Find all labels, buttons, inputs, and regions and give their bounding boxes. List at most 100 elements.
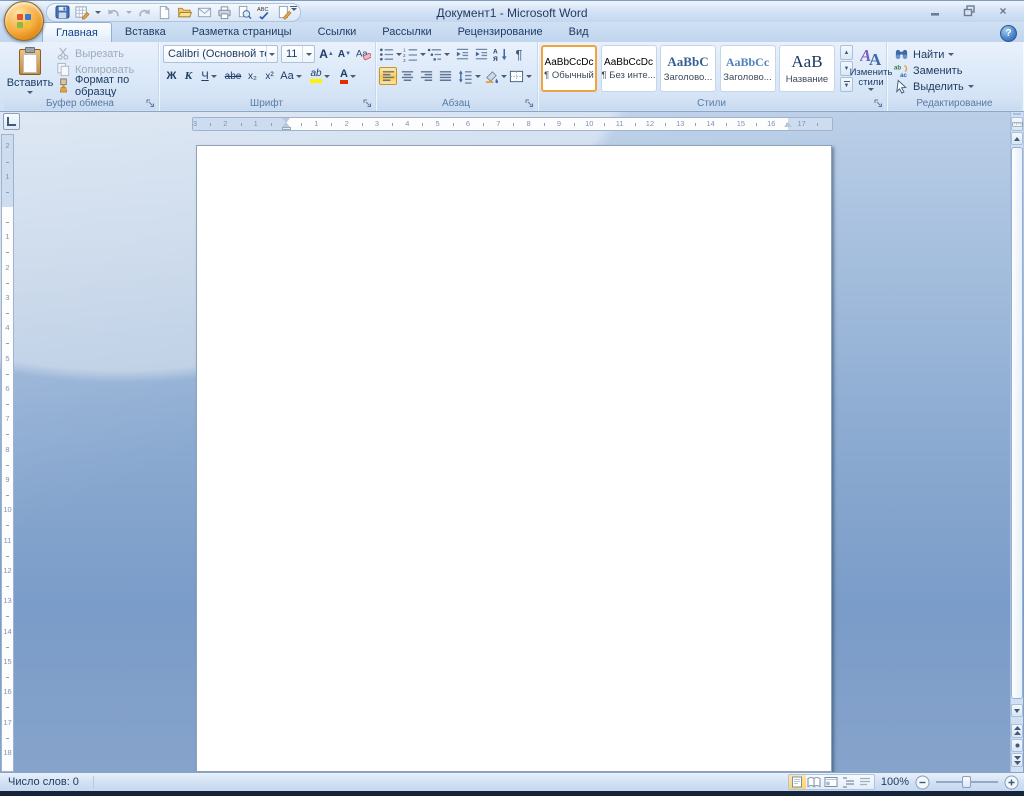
grow-font-button[interactable]: А▲ [318,45,335,63]
tab-Разметка страницы[interactable]: Разметка страницы [179,22,305,42]
select-browse-object-button[interactable] [1011,739,1023,752]
dialog-launcher-clipboard[interactable] [145,98,156,109]
ruler-toggle-button[interactable] [1011,117,1023,131]
ruler-tick [422,123,423,126]
print-layout-view-button[interactable] [789,775,806,789]
save-icon[interactable] [55,5,70,20]
document-page[interactable] [196,145,832,772]
tab-Главная[interactable]: Главная [42,22,112,42]
styles-scroll-up[interactable]: ▲ [840,45,853,60]
minimize-button[interactable] [926,4,944,18]
tab-stop-selector[interactable] [3,113,20,130]
zoom-slider[interactable] [936,775,998,789]
open-icon[interactable] [177,5,192,20]
help-button[interactable]: ? [1000,25,1017,42]
paste-button[interactable]: Вставить [6,44,54,99]
scroll-down-button[interactable] [1011,704,1023,717]
word-count[interactable]: Число слов: 0 [8,776,94,788]
dialog-launcher-paragraph[interactable] [524,98,535,109]
find-button[interactable]: Найти [894,47,954,62]
vertical-scrollbar[interactable] [1010,112,1023,772]
ruler-number: 3 [2,293,13,302]
strikethrough-button[interactable]: abe [223,67,243,85]
style-card-¶ Без инте...[interactable]: AaBbCcDc¶ Без инте... [601,45,657,92]
show-marks-button[interactable]: ¶ [510,45,528,63]
zoom-level[interactable]: 100% [881,776,909,788]
print-preview-icon[interactable] [237,5,252,20]
web-layout-view-button[interactable] [823,775,840,789]
tab-Рассылки[interactable]: Рассылки [369,22,444,42]
clear-formatting-button[interactable]: Aa [354,45,372,63]
customize-qat-button[interactable] [290,6,297,11]
tab-Рецензирование[interactable]: Рецензирование [445,22,556,42]
align-right-button[interactable] [417,67,435,85]
multilevel-list-button[interactable] [427,45,450,63]
slider-thumb[interactable] [962,776,971,788]
split-handle[interactable] [1013,113,1021,115]
horizontal-ruler[interactable]: 3211234567891011121314151617 [192,117,833,131]
previous-page-button[interactable] [1011,724,1023,738]
sort-button[interactable]: АЯ [491,45,509,63]
style-card-Название[interactable]: AaBНазвание [779,45,835,92]
shading-button[interactable] [483,67,507,85]
line-spacing-button[interactable] [457,67,481,85]
tab-Вставка[interactable]: Вставка [112,22,179,42]
sort-icon: АЯ [493,47,508,62]
style-card-¶ Обычный[interactable]: AaBbCcDc¶ Обычный [541,45,597,92]
font-color-button[interactable]: А [335,67,361,85]
change-case-button[interactable]: Aa [279,67,303,85]
new-document-icon[interactable] [157,5,172,20]
bold-button[interactable]: Ж [163,67,180,85]
close-button[interactable]: × [994,4,1012,18]
restore-button[interactable] [960,4,978,18]
chevron-down-icon[interactable] [126,11,132,14]
superscript-button[interactable]: x² [261,67,278,85]
underline-button[interactable]: Ч [197,67,221,85]
increase-indent-button[interactable] [472,45,490,63]
spelling-icon[interactable]: ABC [257,5,272,20]
bullets-button[interactable] [379,45,402,63]
right-indent-marker[interactable] [784,122,792,127]
draw-table-icon[interactable] [75,5,90,20]
dialog-launcher-styles[interactable] [873,98,884,109]
print-icon[interactable] [217,5,232,20]
vertical-ruler[interactable]: 21123456789101112131415161718 [1,134,14,772]
justify-button[interactable] [436,67,454,85]
email-icon[interactable] [197,5,212,20]
next-page-button[interactable] [1011,753,1023,767]
font-name-combo[interactable]: Calibri (Основной те [163,45,278,63]
numbering-button[interactable]: 123 [403,45,426,63]
office-button[interactable] [4,1,44,41]
fullscreen-reading-view-button[interactable] [806,775,823,789]
select-button[interactable]: Выделить [894,79,974,94]
ruler-tick [6,343,9,344]
scroll-up-button[interactable] [1011,132,1023,145]
highlight-color-button[interactable]: ab [307,67,333,85]
tab-Ссылки[interactable]: Ссылки [305,22,370,42]
svg-text:3: 3 [403,58,406,62]
scrollbar-thumb[interactable] [1011,147,1023,699]
align-center-button[interactable] [398,67,416,85]
style-card-Заголово...[interactable]: AaBbCcЗаголово... [720,45,776,92]
chevron-down-icon[interactable] [95,11,101,14]
change-styles-button[interactable]: AA Изменить стили [857,44,885,96]
replace-button[interactable]: abac Заменить [894,63,962,78]
subscript-button[interactable]: x₂ [244,67,261,85]
zoom-in-button[interactable] [1004,775,1019,790]
borders-button[interactable] [508,67,532,85]
italic-button[interactable]: К [180,67,197,85]
zoom-out-button[interactable] [915,775,930,790]
font-size-combo[interactable]: 11 [281,45,315,63]
format-painter-button[interactable]: Формат по образцу [56,78,158,93]
style-card-Заголово...[interactable]: AaBbCЗаголово... [660,45,716,92]
draft-view-button[interactable] [857,775,874,789]
left-indent-marker[interactable] [282,127,291,130]
shrink-font-button[interactable]: А▼ [336,45,353,63]
align-left-button[interactable] [379,67,397,85]
ruler-tick [453,123,454,126]
group-editing: Найти abac Заменить Выделить Редактирова… [886,42,1023,111]
decrease-indent-button[interactable] [453,45,471,63]
tab-Вид[interactable]: Вид [556,22,602,42]
dialog-launcher-font[interactable] [362,98,373,109]
outline-view-button[interactable] [840,775,857,789]
